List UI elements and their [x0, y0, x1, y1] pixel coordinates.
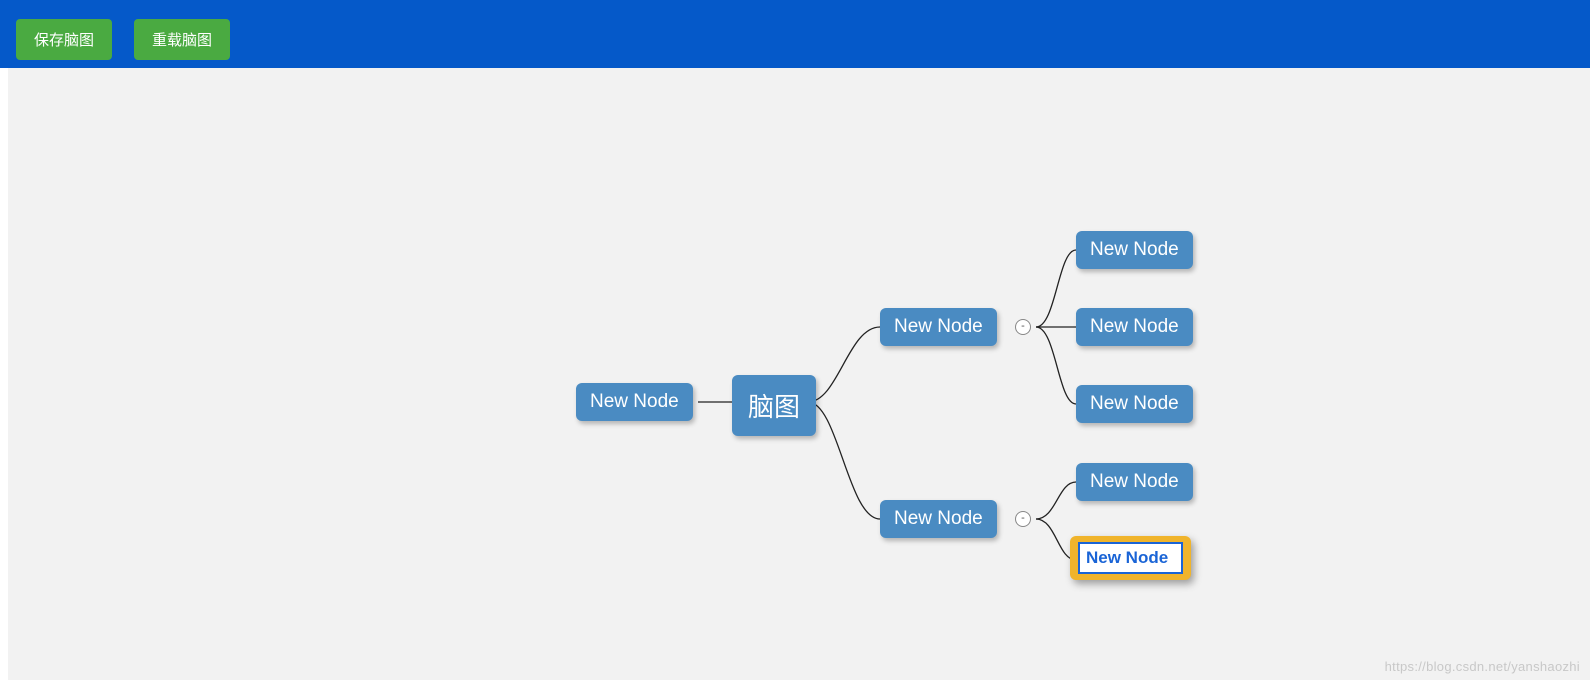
minus-icon: -	[1021, 320, 1025, 332]
node-label: New Node	[1090, 316, 1179, 337]
save-button[interactable]: 保存脑图	[16, 19, 112, 60]
node-label: New Node	[1090, 239, 1179, 260]
mindmap-node-editing[interactable]	[1070, 536, 1191, 580]
node-edit-input[interactable]	[1078, 542, 1183, 574]
minus-icon: -	[1021, 512, 1025, 524]
mindmap-node-leaf[interactable]: New Node	[1076, 385, 1193, 423]
node-label: New Node	[894, 508, 983, 529]
node-label: New Node	[1090, 393, 1179, 414]
top-accent-bar	[0, 0, 1590, 10]
mindmap-node-left[interactable]: New Node	[576, 383, 693, 421]
mindmap-node-leaf[interactable]: New Node	[1076, 463, 1193, 501]
mindmap-node-branch-2[interactable]: New Node	[880, 500, 997, 538]
mindmap-node-leaf[interactable]: New Node	[1076, 231, 1193, 269]
toolbar: 保存脑图 重载脑图	[0, 10, 1590, 68]
reload-button[interactable]: 重载脑图	[134, 19, 230, 60]
node-label: New Node	[894, 316, 983, 337]
mindmap-canvas[interactable]: New Node 脑图 New Node - New Node New Node…	[0, 68, 1590, 680]
mindmap-node-branch-1[interactable]: New Node	[880, 308, 997, 346]
watermark-text: https://blog.csdn.net/yanshaozhi	[1385, 659, 1580, 674]
node-label: New Node	[590, 391, 679, 412]
collapse-toggle-branch-2[interactable]: -	[1015, 511, 1031, 527]
mindmap-root-node[interactable]: 脑图	[732, 375, 816, 436]
connector-lines	[8, 68, 1590, 680]
node-label: New Node	[1090, 471, 1179, 492]
mindmap-node-leaf[interactable]: New Node	[1076, 308, 1193, 346]
collapse-toggle-branch-1[interactable]: -	[1015, 319, 1031, 335]
node-label: 脑图	[748, 392, 800, 422]
